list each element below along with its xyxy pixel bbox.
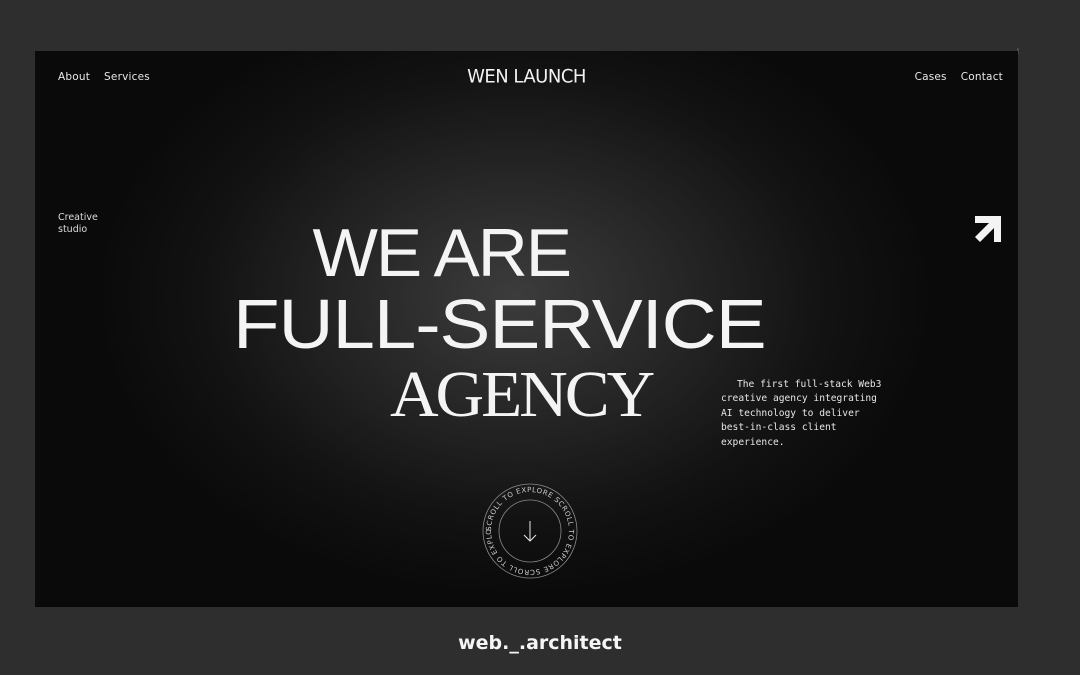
creator-credit: web._.architect [458,632,622,654]
nav-right: Cases Contact [901,71,1003,83]
studio-tagline: Creative studio [58,212,98,235]
arrow-down-icon [523,521,537,542]
hero-heading-line-1: WE ARE [312,215,572,291]
agency-description: The first full-stack Web3 creative agenc… [721,378,882,448]
website-preview: About Services WEN LAUNCH Cases Contact Cr… [35,51,1018,607]
hero-heading-line-3: AGENCY [390,358,655,431]
arrow-up-right-icon[interactable] [973,214,1007,248]
scroll-to-explore-button[interactable]: SCROLL TO EXPLORE SCROLL TO EXPLORE SCRO… [477,475,580,581]
site-logo[interactable]: WEN LAUNCH [35,65,1018,87]
nav-contact-link[interactable]: Contact [961,71,1003,83]
nav-cases-link[interactable]: Cases [915,71,947,83]
hero-heading-line-2: FULL-SERVICE [233,285,767,363]
